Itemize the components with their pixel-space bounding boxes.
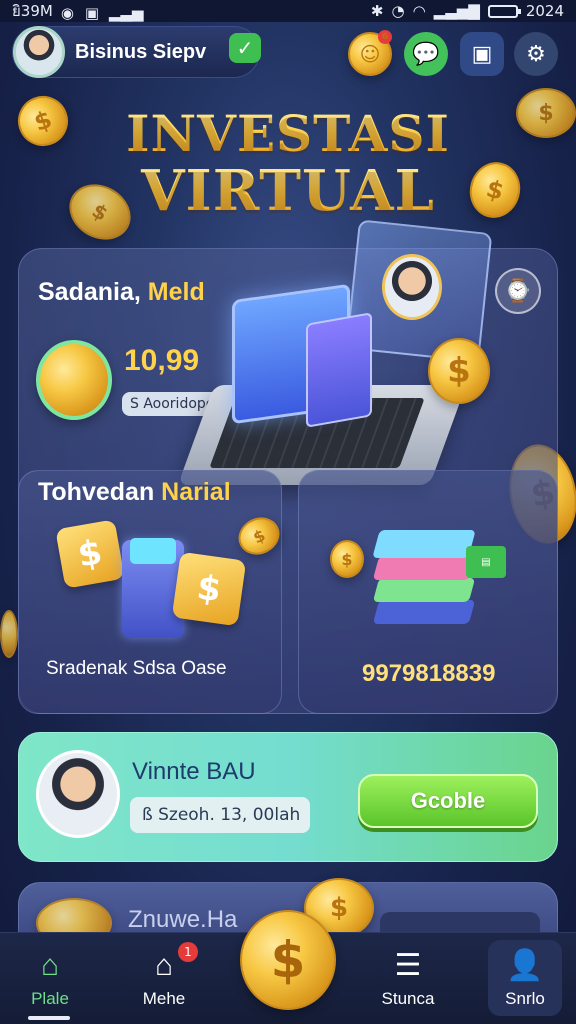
nav-item-list[interactable]: ☰ Stunca [358, 940, 458, 1020]
stack-layer [372, 578, 476, 602]
status-left-text: ยิ39M [12, 2, 53, 20]
coin-smiley-icon[interactable]: ☺ 6 [348, 30, 392, 76]
decorative-coin: $ [330, 540, 364, 578]
chat-icon[interactable]: 💬 [404, 32, 448, 76]
nav-label: Snrlo [505, 989, 545, 1008]
notification-badge: 6 [378, 30, 392, 44]
chart-flag-icon: ▤ [466, 546, 506, 578]
center-coin-button[interactable]: $ [240, 910, 336, 1010]
section-1-value: 10,99 [124, 344, 200, 377]
status-right-text: 2024 [525, 2, 564, 20]
shield-icon: ◉ [60, 4, 74, 22]
section-2-heading-gold: Narial [161, 478, 231, 506]
nav-label: Stunca [381, 989, 435, 1008]
title-line-1: INVESTASI [0, 104, 576, 163]
nav-item-house[interactable]: ⌂ Mehe [114, 940, 214, 1020]
nav-item-home[interactable]: ⌂ Plale [0, 940, 100, 1020]
nav-label: Mehe [142, 989, 186, 1008]
user-icon: 👤 [506, 949, 544, 982]
section-3-value: 9979818839 [362, 660, 496, 687]
verified-check-icon: ✓ [229, 33, 261, 63]
laptop-side-screen [306, 312, 372, 428]
reward-chip: ß Szeoh. 13, 00lah [130, 797, 310, 833]
profile-pill[interactable]: Bisinus Siepv ✓ [12, 26, 261, 78]
cell-signal-icon: ▂▃▅▇ [433, 2, 480, 20]
house-icon: ⌂ [154, 949, 174, 982]
section-2-heading: Tohvedan Narial [38, 478, 231, 507]
bluetooth-icon: ✱ [370, 2, 384, 20]
title-line-2: VIRTUAL [0, 158, 576, 224]
status-bar: ยิ39M ◉ ▣ ▂▃▅ ✱ ◔ ◠ ▂▃▅▇ 2024 [0, 0, 576, 22]
section-1-coin-icon [36, 340, 112, 420]
clock-icon[interactable]: ⌚ [495, 268, 541, 314]
section-1-heading: Sadania, Meld [38, 278, 205, 307]
section-1-heading-white: Sadania, [38, 278, 141, 306]
nav-item-profile[interactable]: 👤 Snrlo [475, 940, 575, 1020]
battery-icon [487, 4, 521, 18]
profile-name: Bisinus Siepv [75, 40, 207, 63]
partial-card-text: Znuwe.Ha [128, 906, 238, 933]
bag-icon[interactable]: ▣ [460, 32, 504, 76]
stack-layer [372, 600, 476, 624]
claim-button[interactable]: Gcoble [358, 774, 538, 828]
dollar-card-icon: $ [171, 551, 247, 627]
vault-top [130, 538, 176, 564]
active-tab-indicator [28, 1016, 70, 1020]
nav-badge: 1 [178, 942, 198, 962]
alarm-icon: ◔ [391, 2, 405, 20]
stack-layer [372, 530, 476, 558]
avatar[interactable] [13, 26, 65, 78]
dollar-card-icon: $ [55, 519, 125, 589]
reward-title: Vinnte BAU [132, 758, 256, 785]
section-1-heading-gold: Meld [147, 278, 205, 306]
hologram-avatar [382, 254, 442, 320]
nav-label: Plale [31, 989, 69, 1008]
wifi-icon: ◠ [412, 2, 426, 20]
gear-icon[interactable]: ⚙ [514, 32, 558, 76]
signal-icon: ▂▃▅ [108, 4, 144, 22]
stack-layer [372, 556, 476, 580]
list-icon: ☰ [394, 949, 422, 982]
section-2-caption: Sradenak Sdsa Oase [46, 658, 227, 679]
section-2-heading-white: Tohvedan [38, 478, 155, 506]
decorative-coin [0, 610, 18, 658]
camera-icon: ▣ [84, 4, 100, 22]
decorative-coin: $ [428, 338, 490, 404]
avatar [36, 750, 120, 838]
home-icon: ⌂ [40, 949, 60, 982]
